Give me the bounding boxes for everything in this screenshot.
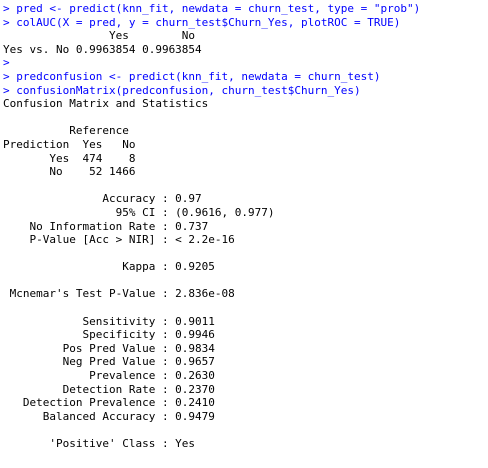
confusion-matrix-row: Prediction Yes No xyxy=(3,137,136,151)
statistic-line: Sensitivity : 0.9011 xyxy=(3,314,215,328)
console-output-line: Confusion Matrix and Statistics xyxy=(3,97,209,111)
confusion-matrix-row: Yes 474 8 xyxy=(3,151,136,165)
r-console-output: > pred <- predict(knn_fit, newdata = chu… xyxy=(0,0,488,468)
statistic-line: 95% CI : (0.9616, 0.977) xyxy=(3,205,275,219)
console-prompt-line: > xyxy=(3,56,10,70)
confusion-matrix-header: Reference xyxy=(3,124,129,138)
statistic-line: Prevalence : 0.2630 xyxy=(3,369,215,383)
statistic-line: P-Value [Acc > NIR] : < 2.2e-16 xyxy=(3,233,235,247)
console-command-line: > pred <- predict(knn_fit, newdata = chu… xyxy=(3,2,421,15)
statistic-line: Kappa : 0.9205 xyxy=(3,260,215,274)
confusion-matrix-row: No 52 1466 xyxy=(3,165,136,179)
statistic-line: Neg Pred Value : 0.9657 xyxy=(3,355,215,369)
statistic-line: Accuracy : 0.97 xyxy=(3,192,202,206)
console-command-line: > predconfusion <- predict(knn_fit, newd… xyxy=(3,69,381,83)
statistic-line: Specificity : 0.9946 xyxy=(3,328,215,342)
console-output-line: Yes vs. No 0.9963854 0.9963854 xyxy=(3,42,202,56)
statistic-line: No Information Rate : 0.737 xyxy=(3,219,209,233)
console-command-line: > confusionMatrix(predconfusion, churn_t… xyxy=(3,83,361,97)
console-command-line: > colAUC(X = pred, y = churn_test$Churn_… xyxy=(3,15,401,29)
statistic-line: Detection Prevalence : 0.2410 xyxy=(3,396,215,410)
statistic-line: Detection Rate : 0.2370 xyxy=(3,382,215,396)
console-output-line: Yes No xyxy=(3,29,196,43)
statistic-line: Balanced Accuracy : 0.9479 xyxy=(3,409,215,423)
statistic-line: 'Positive' Class : Yes xyxy=(3,437,196,450)
statistic-line: Mcnemar's Test P-Value : 2.836e-08 xyxy=(3,287,235,301)
statistic-line: Pos Pred Value : 0.9834 xyxy=(3,341,215,355)
